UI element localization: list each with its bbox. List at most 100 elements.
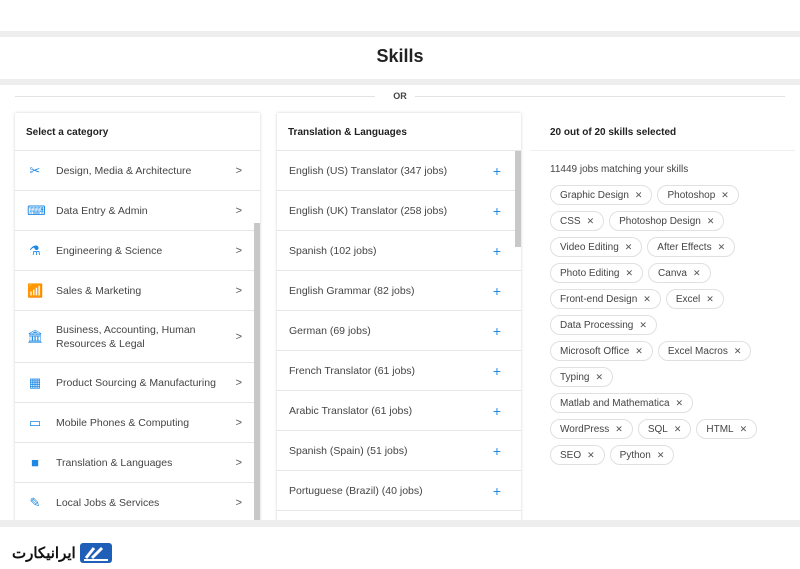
skill-item[interactable]: English (UK) Translator (258 jobs) + — [277, 191, 521, 231]
logo-icon — [79, 543, 112, 563]
chip-label: Photo Editing — [560, 267, 620, 279]
plus-icon[interactable]: + — [493, 483, 501, 499]
category-item[interactable]: ✂ Design, Media & Architecture > — [15, 151, 260, 191]
plus-icon[interactable]: + — [493, 323, 501, 339]
category-label: Local Jobs & Services — [56, 496, 160, 509]
plus-icon[interactable]: + — [493, 363, 501, 379]
chip-label: Python — [619, 449, 651, 461]
skill-item[interactable]: Spanish (Spain) (51 jobs) + — [277, 431, 521, 471]
close-icon[interactable]: ✕ — [740, 424, 748, 435]
factory-icon: ▦ — [28, 374, 42, 390]
close-icon[interactable]: ✕ — [587, 450, 595, 461]
skill-label: Portuguese (Brazil) (40 jobs) — [289, 484, 423, 497]
chevron-right-icon: > — [235, 204, 242, 217]
category-item[interactable]: ⌨ Data Entry & Admin > — [15, 191, 260, 231]
close-icon[interactable]: ✕ — [657, 450, 665, 461]
skill-chip: Python ✕ — [609, 445, 675, 465]
close-icon[interactable]: ✕ — [595, 372, 603, 383]
close-icon[interactable]: ✕ — [693, 268, 701, 279]
close-icon[interactable]: ✕ — [718, 242, 726, 253]
plus-icon[interactable]: + — [493, 243, 501, 259]
skill-chip: SQL ✕ — [637, 419, 692, 439]
category-item[interactable]: 🏛 Business, Accounting, Human Resources &… — [15, 311, 260, 363]
category-label: Sales & Marketing — [56, 284, 142, 297]
close-icon[interactable]: ✕ — [635, 190, 643, 201]
close-icon[interactable]: ✕ — [625, 242, 633, 253]
category-item[interactable]: ■ Translation & Languages > — [15, 443, 260, 483]
skill-chip: Microsoft Office ✕ — [550, 341, 653, 361]
close-icon[interactable]: ✕ — [626, 268, 634, 279]
close-icon[interactable]: ✕ — [643, 294, 651, 305]
chip-label: Microsoft Office — [560, 345, 630, 357]
title-band — [0, 79, 800, 85]
chip-label: Canva — [658, 267, 687, 279]
keyboard-icon: ⌨ — [27, 202, 46, 218]
close-icon[interactable]: ✕ — [674, 424, 682, 435]
close-icon[interactable]: ✕ — [587, 216, 595, 227]
close-icon[interactable]: ✕ — [676, 398, 684, 409]
skill-chip: Photo Editing ✕ — [550, 263, 644, 283]
chart-icon: 📶 — [27, 282, 44, 298]
chevron-right-icon: > — [235, 496, 242, 509]
close-icon[interactable]: ✕ — [721, 190, 729, 201]
chip-label: Excel Macros — [667, 345, 728, 357]
category-label: Translation & Languages — [56, 456, 173, 469]
skills-heading: Translation & Languages — [277, 113, 521, 151]
chip-label: Data Processing — [560, 319, 634, 331]
category-label: Product Sourcing & Manufacturing — [56, 376, 216, 389]
chip-label: Excel — [675, 293, 701, 305]
chip-label: SEO — [560, 449, 582, 461]
skill-item[interactable]: Spanish (102 jobs) + — [277, 231, 521, 271]
chevron-right-icon: > — [235, 456, 242, 469]
skill-item[interactable]: English Grammar (82 jobs) + — [277, 271, 521, 311]
close-icon[interactable]: ✕ — [639, 320, 647, 331]
chip-label: Matlab and Mathematica — [560, 397, 670, 409]
skill-chip: Video Editing ✕ — [550, 237, 643, 257]
close-icon[interactable]: ✕ — [615, 424, 623, 435]
plus-icon[interactable]: + — [493, 283, 501, 299]
chevron-right-icon: > — [235, 330, 242, 343]
plus-icon[interactable]: + — [493, 203, 501, 219]
close-icon[interactable]: ✕ — [707, 216, 715, 227]
close-icon[interactable]: ✕ — [706, 294, 714, 305]
close-icon[interactable]: ✕ — [635, 346, 643, 357]
category-item[interactable]: ▭ Mobile Phones & Computing > — [15, 403, 260, 443]
skill-label: English (UK) Translator (258 jobs) — [289, 204, 448, 217]
skill-chip: Photoshop Design ✕ — [609, 211, 725, 231]
category-item[interactable]: 📶 Sales & Marketing > — [15, 271, 260, 311]
plus-icon[interactable]: + — [493, 163, 501, 179]
match-count: 11449 jobs matching your skills — [550, 164, 689, 175]
category-scrollbar[interactable] — [254, 223, 260, 523]
skill-chip: Photoshop ✕ — [657, 185, 739, 205]
category-item[interactable]: ⚗ Engineering & Science > — [15, 231, 260, 271]
chevron-right-icon: > — [235, 284, 242, 297]
chip-label: Video Editing — [560, 241, 619, 253]
skill-item[interactable]: Portuguese (Brazil) (40 jobs) + — [277, 471, 521, 511]
category-label: Mobile Phones & Computing — [56, 416, 190, 429]
skill-item[interactable]: Arabic Translator (61 jobs) + — [277, 391, 521, 431]
category-item[interactable]: ▦ Product Sourcing & Manufacturing > — [15, 363, 260, 403]
chip-label: Photoshop — [667, 189, 716, 201]
devices-icon: ▭ — [28, 414, 42, 430]
skill-item[interactable]: English (US) Translator (347 jobs) + — [277, 151, 521, 191]
flask-icon: ⚗ — [29, 242, 41, 258]
close-icon[interactable]: ✕ — [734, 346, 742, 357]
top-band — [0, 31, 800, 37]
skill-item[interactable]: French Translator (61 jobs) + — [277, 351, 521, 391]
plus-icon[interactable]: + — [493, 443, 501, 459]
page-title: Skills — [376, 46, 424, 66]
skill-label: German (69 jobs) — [289, 324, 371, 337]
chip-label: Photoshop Design — [619, 215, 701, 227]
skill-chip: CSS ✕ — [550, 211, 605, 231]
chevron-right-icon: > — [235, 376, 242, 389]
skill-label: French Translator (61 jobs) — [289, 364, 416, 377]
skills-scrollbar[interactable] — [515, 151, 521, 247]
chip-label: After Effects — [657, 241, 712, 253]
plus-icon[interactable]: + — [493, 403, 501, 419]
category-item[interactable]: ✎ Local Jobs & Services > — [15, 483, 260, 523]
category-label: Design, Media & Architecture — [56, 164, 192, 177]
skill-chip: HTML ✕ — [696, 419, 758, 439]
skill-label: Arabic Translator (61 jobs) — [289, 404, 413, 417]
selected-heading: 20 out of 20 skills selected — [530, 113, 795, 151]
skill-item[interactable]: German (69 jobs) + — [277, 311, 521, 351]
